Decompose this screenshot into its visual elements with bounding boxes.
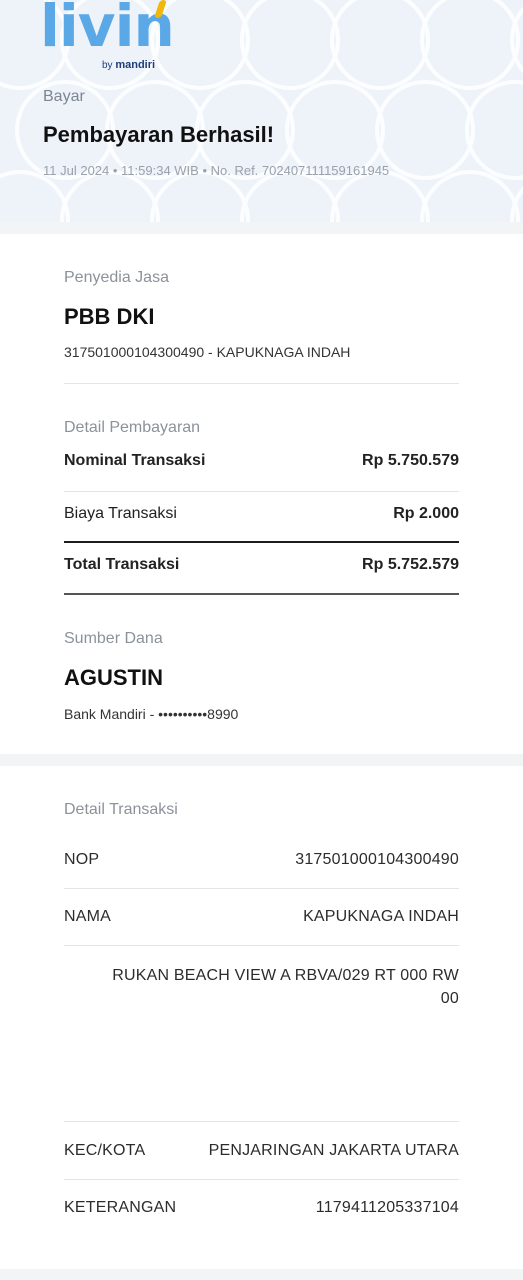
payment-detail-label: Detail Pembayaran [64, 419, 201, 436]
receipt-header: livin by mandiri Bayar Pembayaran Berhas… [0, 0, 523, 222]
total-key: Total Transaksi [64, 556, 180, 573]
kec-row: KEC/KOTA PENJARINGAN JAKARTA UTARA [64, 1142, 459, 1160]
nominal-row: Nominal Transaksi Rp 5.750.579 [64, 452, 459, 470]
transaction-detail-label: Detail Transaksi [64, 801, 178, 818]
payment-summary-card: Penyedia Jasa PBB DKI 317501000104300490… [0, 234, 523, 754]
kec-key: KEC/KOTA [64, 1142, 146, 1159]
divider [64, 945, 459, 946]
keterangan-row: KETERANGAN 1179411205337104 [64, 1199, 459, 1217]
transaction-detail-card: Detail Transaksi NOP 317501000104300490 … [0, 766, 523, 1269]
kec-value: PENJARINGAN JAKARTA UTARA [208, 1142, 459, 1159]
keterangan-key: KETERANGAN [64, 1199, 177, 1216]
nominal-value: Rp 5.750.579 [362, 452, 459, 469]
nama-value: KAPUKNAGA INDAH [303, 908, 459, 925]
address-value: RUKAN BEACH VIEW A RBVA/029 RT 000 RW 00 [64, 964, 459, 1010]
total-value: Rp 5.752.579 [362, 556, 459, 573]
keterangan-value: 1179411205337104 [315, 1199, 459, 1216]
logo-wordmark: livin [40, 0, 175, 60]
divider [64, 1121, 459, 1122]
divider [64, 1179, 459, 1180]
address-line-2: 00 [440, 990, 459, 1007]
nop-row: NOP 317501000104300490 [64, 851, 459, 869]
source-name: AGUSTIN [64, 665, 163, 690]
transaction-meta: 11 Jul 2024 • 11:59:34 WIB • No. Ref. 70… [43, 163, 390, 178]
divider [64, 383, 459, 384]
address-line-1: RUKAN BEACH VIEW A RBVA/029 RT 000 RW [112, 967, 459, 984]
provider-detail: 317501000104300490 - KAPUKNAGA INDAH [64, 344, 351, 360]
divider [64, 593, 459, 595]
nama-row: NAMA KAPUKNAGA INDAH [64, 908, 459, 926]
header-kicker: Bayar [43, 88, 85, 105]
nop-key: NOP [64, 851, 100, 868]
provider-name: PBB DKI [64, 304, 155, 329]
source-label: Sumber Dana [64, 630, 163, 647]
logo-byline: by mandiri [102, 59, 156, 71]
page-title: Pembayaran Berhasil! [43, 122, 275, 147]
divider [64, 888, 459, 889]
total-row: Total Transaksi Rp 5.752.579 [64, 556, 459, 574]
fee-row: Biaya Transaksi Rp 2.000 [64, 505, 459, 523]
nop-value: 317501000104300490 [295, 851, 459, 868]
nama-key: NAMA [64, 908, 112, 925]
divider [64, 491, 459, 492]
fee-key: Biaya Transaksi [64, 505, 177, 522]
fee-value: Rp 2.000 [393, 505, 459, 522]
source-detail: Bank Mandiri - ••••••••••8990 [64, 706, 239, 722]
divider [64, 541, 459, 543]
nominal-key: Nominal Transaksi [64, 452, 206, 469]
provider-label: Penyedia Jasa [64, 269, 169, 286]
